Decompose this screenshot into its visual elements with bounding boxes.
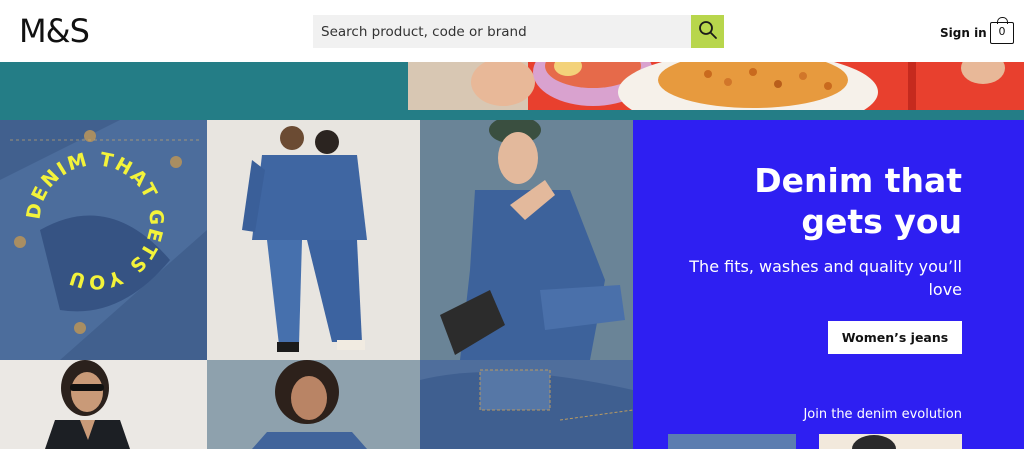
denim-closeup-tile[interactable]: DENIM THAT GETS YOU (0, 120, 207, 360)
search-button[interactable] (691, 15, 724, 48)
denim-shirt-tile[interactable] (207, 360, 420, 449)
seated-woman-tile[interactable] (420, 120, 633, 360)
promo-thumb-2[interactable] (819, 434, 962, 449)
search-icon (698, 20, 718, 43)
promo-subtitle: The fits, washes and quality you’ll love (689, 257, 962, 299)
search-input[interactable] (313, 15, 691, 48)
ms-logo[interactable]: M&S (19, 12, 90, 50)
shopping-bag-icon[interactable]: 0 (990, 17, 1014, 44)
couple-denim-tile[interactable] (207, 120, 420, 360)
promo-title: Denim that gets you (754, 161, 962, 241)
womens-jeans-button[interactable]: Women’s jeans (828, 321, 962, 354)
black-vest-tile[interactable] (0, 360, 207, 449)
food-banner-image[interactable] (408, 62, 1024, 110)
promo-thumb-1[interactable] (668, 434, 796, 449)
promo-join-text: Join the denim evolution (803, 407, 962, 422)
denim-detail-tile[interactable] (420, 360, 633, 449)
search-bar (313, 15, 724, 48)
site-header: M&S Sign in 0 (0, 0, 1024, 62)
denim-promo-panel: Denim that gets you The fits, washes and… (633, 120, 1024, 449)
sign-in-link[interactable]: Sign in (940, 26, 987, 40)
bag-count: 0 (998, 25, 1006, 38)
